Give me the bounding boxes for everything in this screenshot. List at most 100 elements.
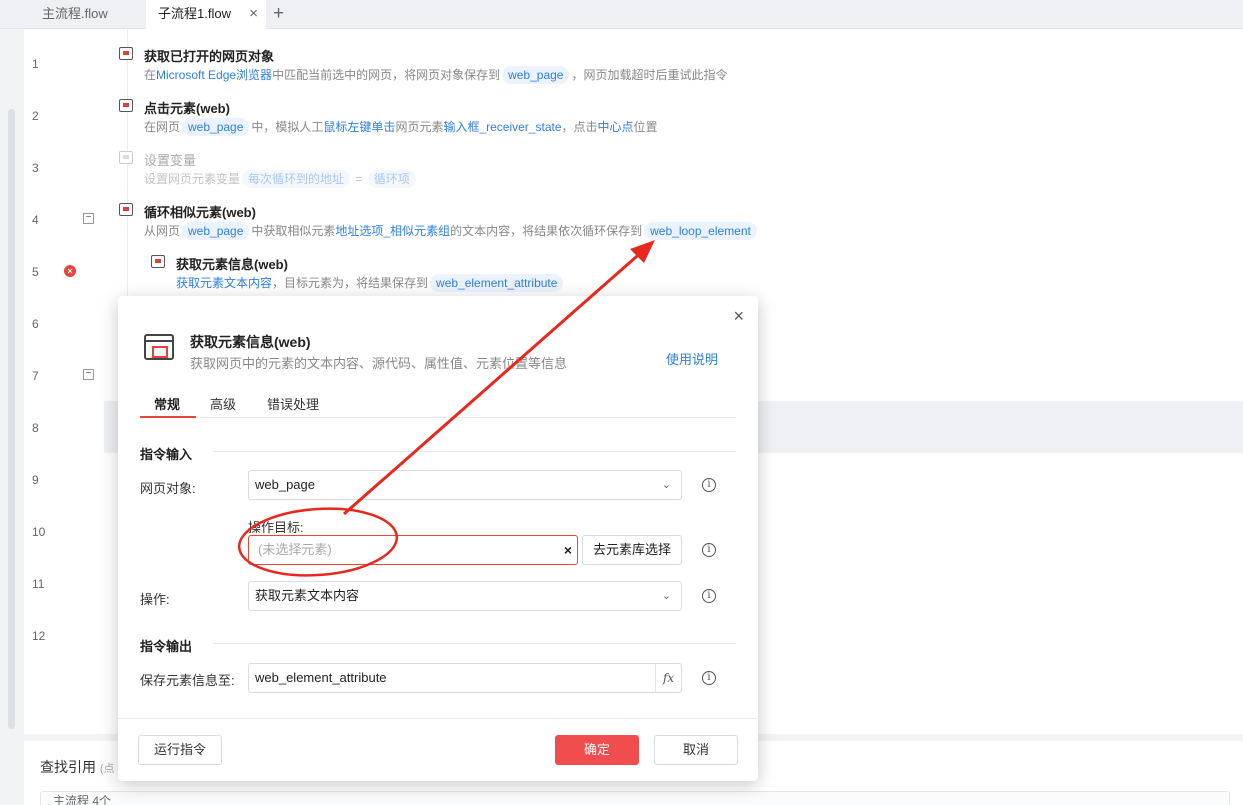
- desc-text: 设置网页元素变量: [144, 172, 241, 186]
- desc-text: 从网页: [144, 224, 181, 238]
- loop-icon: [119, 203, 133, 216]
- desc-text: =: [355, 172, 363, 186]
- tab-main-flow[interactable]: 主流程.flow: [42, 0, 108, 29]
- desc-text: ，网页加载超时后重试此指令: [571, 68, 728, 82]
- line-number: 1: [32, 57, 39, 71]
- fx-icon[interactable]: fx: [655, 664, 681, 692]
- section-input-title: 指令输入: [140, 447, 193, 462]
- tab-error-handling[interactable]: 错误处理: [267, 394, 319, 413]
- step-title: 点击元素(web): [144, 101, 230, 116]
- operation-label: 操作:: [140, 592, 170, 607]
- line-number: 12: [32, 629, 46, 643]
- line-number: 11: [32, 577, 45, 591]
- element-library-button[interactable]: 去元素库选择: [582, 535, 682, 565]
- step-title: 设置变量: [144, 153, 197, 168]
- line-number: 2: [32, 109, 39, 123]
- cancel-button[interactable]: 取消: [654, 735, 738, 765]
- info-icon[interactable]: i: [702, 478, 716, 492]
- tab-subflow-1[interactable]: 子流程1.flow ×: [146, 0, 266, 29]
- footer-divider: [118, 718, 758, 719]
- step-title: 获取已打开的网页对象: [144, 49, 275, 64]
- step-description: 设置网页元素变量 每次循环到的地址 = 循环项: [144, 170, 418, 188]
- desc-link: 地址选项_相似元素组: [335, 224, 451, 238]
- line-number: 4: [32, 213, 39, 227]
- desc-text: 在: [144, 68, 157, 82]
- line-number: 6: [32, 317, 39, 331]
- desc-text: 网页元素: [395, 120, 444, 134]
- variable-chip: web_page: [182, 222, 250, 240]
- left-strip: [0, 29, 24, 805]
- web-object-label: 网页对象:: [140, 481, 196, 496]
- get-element-info-dialog: × 获取元素信息(web) 获取网页中的元素的文本内容、源代码、属性值、元素位置…: [118, 296, 758, 781]
- scrollbar[interactable]: [8, 109, 15, 729]
- variable-chip: web_element_attribute: [430, 274, 564, 292]
- line-number: 10: [32, 525, 46, 539]
- desc-link: 中心点: [597, 120, 634, 134]
- panel-title-text: 查找引用: [40, 759, 96, 775]
- input-placeholder: (未选择元素): [258, 542, 332, 557]
- dialog-tabs: 常规 高级 错误处理: [140, 392, 736, 418]
- step-description: 从网页 web_page 中获取相似元素地址选项_相似元素组的文本内容，将结果依次循…: [144, 222, 759, 240]
- collapse-icon[interactable]: −: [83, 369, 94, 380]
- panel-title: 查找引用 (点: [40, 757, 115, 777]
- chevron-down-icon: ⌄: [661, 479, 671, 491]
- chevron-down-icon: ⌄: [661, 590, 671, 602]
- desc-link: 获取元素文本内容: [176, 276, 273, 290]
- step-description: 在网页 web_page 中，模拟人工鼠标左键单击网页元素输入框_receiver_…: [144, 118, 658, 136]
- desc-link: Microsoft Edge浏览器: [156, 68, 273, 82]
- element-info-icon: [151, 255, 165, 268]
- add-tab-icon[interactable]: +: [273, 1, 284, 27]
- input-value: web_element_attribute: [255, 670, 387, 685]
- line-number: 9: [32, 473, 39, 487]
- select-value: web_page: [255, 477, 315, 492]
- confirm-button[interactable]: 确定: [555, 735, 639, 765]
- line-number: 7: [32, 369, 39, 383]
- info-icon[interactable]: i: [702, 671, 716, 685]
- desc-text: 在网页: [144, 120, 181, 134]
- web-object-select[interactable]: web_page ⌄: [248, 470, 682, 500]
- desc-text: 中获取相似元素: [251, 224, 336, 238]
- desc-text: 位置: [633, 120, 658, 134]
- select-value: 获取元素文本内容: [255, 588, 360, 603]
- active-tab-indicator: [140, 416, 196, 418]
- save-variable-input[interactable]: web_element_attribute fx: [248, 663, 682, 693]
- variable-chip: web_page: [182, 118, 250, 136]
- desc-text: ，点击: [561, 120, 598, 134]
- help-link[interactable]: 使用说明: [666, 349, 718, 368]
- step-title: 获取元素信息(web): [176, 257, 288, 272]
- run-command-button[interactable]: 运行指令: [138, 735, 222, 765]
- desc-text: 的文本内容，将结果依次循环保存到: [450, 224, 643, 238]
- step-title: 循环相似元素(web): [144, 205, 256, 220]
- variable-chip: 每次循环到的地址: [242, 170, 351, 188]
- click-icon: [119, 99, 133, 112]
- close-tab-icon[interactable]: ×: [249, 0, 258, 28]
- operation-select[interactable]: 获取元素文本内容 ⌄: [248, 581, 682, 611]
- section-divider: [213, 643, 736, 644]
- line-number: 5: [32, 265, 39, 279]
- tab-general[interactable]: 常规: [154, 394, 180, 413]
- desc-link: 输入框_receiver_state: [443, 120, 562, 134]
- target-element-input[interactable]: (未选择元素) ×: [248, 535, 578, 565]
- info-icon[interactable]: i: [702, 589, 716, 603]
- variable-chip: web_loop_element: [644, 222, 757, 240]
- info-icon[interactable]: i: [702, 543, 716, 557]
- error-icon[interactable]: ×: [64, 265, 76, 277]
- reference-row[interactable]: 主流程 4个: [40, 791, 1230, 805]
- tab-bar: 主流程.flow 子流程1.flow × +: [0, 0, 1243, 29]
- variable-chip: 循环项: [367, 170, 416, 188]
- section-output-title: 指令输出: [140, 639, 193, 654]
- tab-advanced[interactable]: 高级: [210, 394, 236, 413]
- line-number: 8: [32, 421, 39, 435]
- clear-icon[interactable]: ×: [564, 536, 572, 564]
- close-icon[interactable]: ×: [733, 306, 744, 327]
- collapse-icon[interactable]: −: [83, 213, 94, 224]
- desc-text: ，目标元素为，将结果保存到: [272, 276, 429, 290]
- step-description: 在Microsoft Edge浏览器中匹配当前选中的网页，将网页对象保存到 web…: [144, 66, 727, 84]
- dialog-subtitle: 获取网页中的元素的文本内容、源代码、属性值、元素位置等信息: [190, 356, 568, 371]
- desc-text: 中，模拟人工: [251, 120, 324, 134]
- step-description: 获取元素文本内容，目标元素为，将结果保存到 web_element_attribu…: [176, 274, 565, 292]
- browser-icon: [119, 47, 133, 60]
- variable-chip: web_page: [502, 66, 570, 84]
- dialog-title: 获取元素信息(web): [190, 334, 311, 350]
- desc-text: 中匹配当前选中的网页，将网页对象保存到: [272, 68, 501, 82]
